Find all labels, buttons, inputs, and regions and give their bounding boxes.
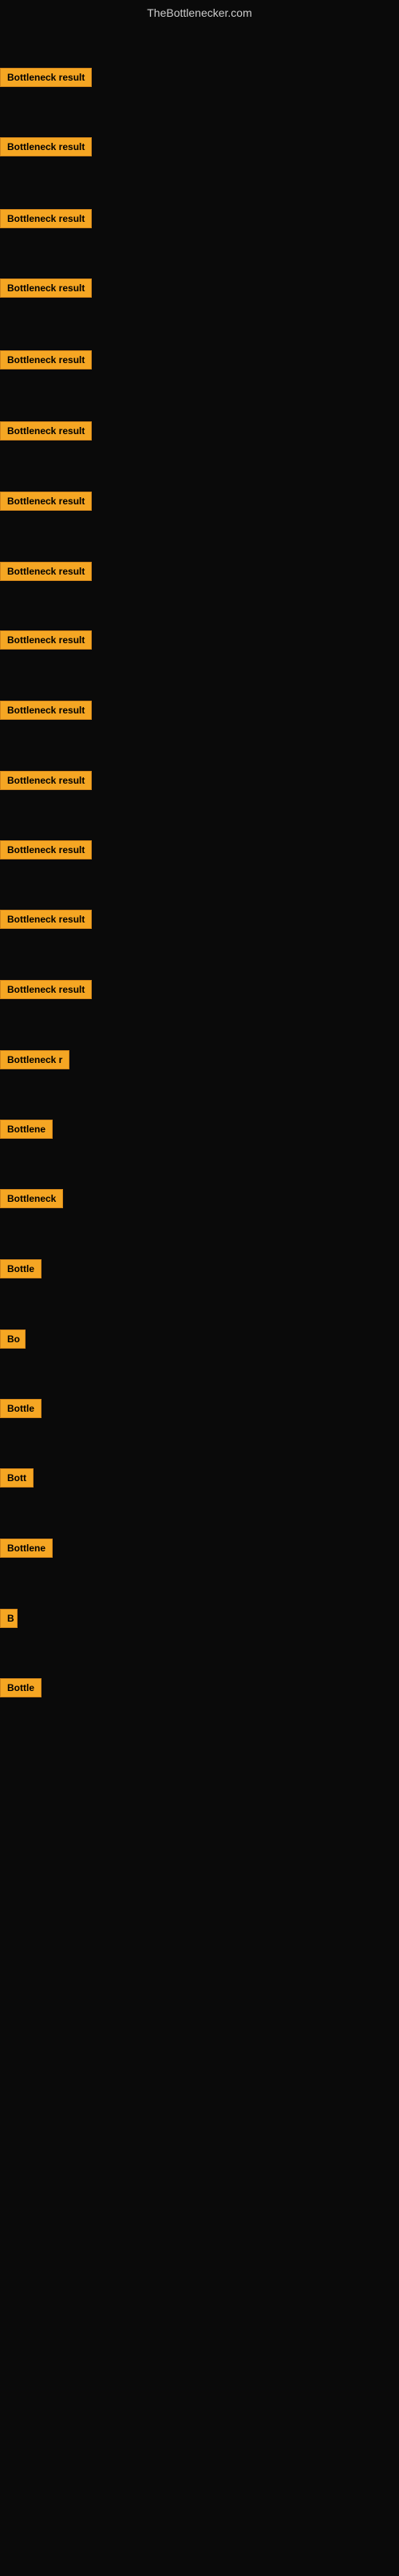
bottleneck-badge-17: Bottleneck [0,1189,63,1208]
bottleneck-badge-12: Bottleneck result [0,840,92,859]
bottleneck-item-20[interactable]: Bottle [0,1399,41,1422]
bottleneck-badge-24: Bottle [0,1678,41,1697]
bottleneck-item-10[interactable]: Bottleneck result [0,701,92,724]
bottleneck-badge-2: Bottleneck result [0,137,92,156]
bottleneck-badge-9: Bottleneck result [0,630,92,650]
bottleneck-item-9[interactable]: Bottleneck result [0,630,92,654]
bottleneck-item-3[interactable]: Bottleneck result [0,209,92,232]
bottleneck-item-12[interactable]: Bottleneck result [0,840,92,863]
bottleneck-badge-19: Bo [0,1329,26,1349]
bottleneck-badge-20: Bottle [0,1399,41,1418]
bottleneck-badge-6: Bottleneck result [0,421,92,441]
bottleneck-badge-15: Bottleneck r [0,1050,69,1069]
bottleneck-item-5[interactable]: Bottleneck result [0,350,92,373]
site-title: TheBottlenecker.com [0,0,399,22]
bottleneck-badge-4: Bottleneck result [0,279,92,298]
bottleneck-item-13[interactable]: Bottleneck result [0,910,92,933]
bottleneck-badge-3: Bottleneck result [0,209,92,228]
bottleneck-item-1[interactable]: Bottleneck result [0,68,92,91]
bottleneck-item-19[interactable]: Bo [0,1329,26,1353]
bottleneck-item-23[interactable]: B [0,1609,18,1632]
bottleneck-badge-14: Bottleneck result [0,980,92,999]
bottleneck-item-2[interactable]: Bottleneck result [0,137,92,160]
bottleneck-item-16[interactable]: Bottlene [0,1120,53,1143]
bottleneck-item-22[interactable]: Bottlene [0,1539,53,1562]
bottleneck-badge-18: Bottle [0,1259,41,1278]
bottleneck-item-21[interactable]: Bott [0,1468,34,1491]
bottleneck-item-15[interactable]: Bottleneck r [0,1050,69,1073]
bottleneck-badge-7: Bottleneck result [0,492,92,511]
bottleneck-item-6[interactable]: Bottleneck result [0,421,92,444]
bottleneck-badge-5: Bottleneck result [0,350,92,369]
bottleneck-badge-16: Bottlene [0,1120,53,1139]
bottleneck-item-4[interactable]: Bottleneck result [0,279,92,302]
bottleneck-item-7[interactable]: Bottleneck result [0,492,92,515]
bottleneck-item-24[interactable]: Bottle [0,1678,41,1701]
bottleneck-item-8[interactable]: Bottleneck result [0,562,92,585]
bottleneck-badge-13: Bottleneck result [0,910,92,929]
bottleneck-badge-10: Bottleneck result [0,701,92,720]
bottleneck-item-18[interactable]: Bottle [0,1259,41,1282]
bottleneck-badge-11: Bottleneck result [0,771,92,790]
bottleneck-item-14[interactable]: Bottleneck result [0,980,92,1003]
bottleneck-badge-23: B [0,1609,18,1628]
bottleneck-item-11[interactable]: Bottleneck result [0,771,92,794]
bottleneck-badge-8: Bottleneck result [0,562,92,581]
bottleneck-badge-21: Bott [0,1468,34,1488]
bottleneck-badge-22: Bottlene [0,1539,53,1558]
bottleneck-item-17[interactable]: Bottleneck [0,1189,63,1212]
bottleneck-badge-1: Bottleneck result [0,68,92,87]
